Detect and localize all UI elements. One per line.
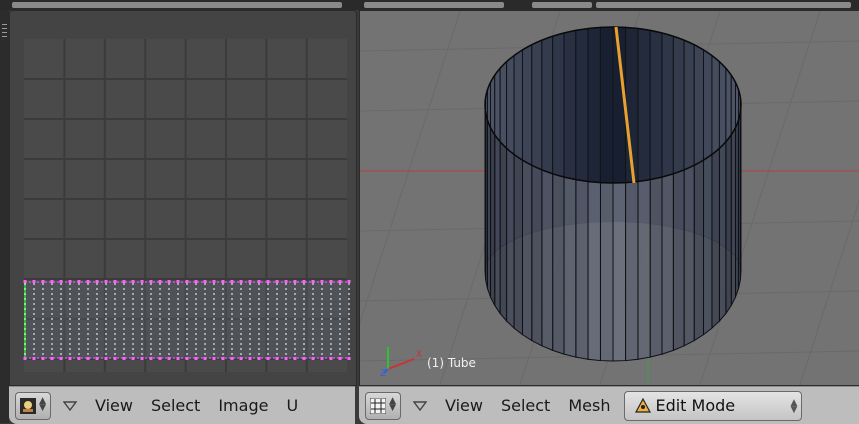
tube-face[interactable] <box>693 159 705 342</box>
uv-menu-uvs[interactable]: U <box>286 396 298 415</box>
gizmo-x-label: X <box>416 350 422 360</box>
uv-editor-header: ▲ ▼ View Select Image U <box>9 386 355 424</box>
active-object-label: (1) Tube <box>427 356 476 370</box>
gizmo-z-label: Z <box>380 369 386 377</box>
editor-type-selector[interactable]: ▲ ▼ <box>15 391 51 420</box>
tube-face[interactable] <box>587 180 601 362</box>
tube-face[interactable] <box>718 140 727 323</box>
edit-mode-icon <box>635 397 652 413</box>
tube-face[interactable] <box>484 104 487 280</box>
tube-face[interactable] <box>649 176 663 358</box>
uv-mesh-islands[interactable] <box>23 279 351 363</box>
tube-face[interactable] <box>683 164 695 347</box>
editor-type-selector[interactable]: ▲ ▼ <box>365 391 401 420</box>
tube-face[interactable] <box>637 179 651 360</box>
tube-face[interactable] <box>575 179 589 360</box>
tube-face[interactable] <box>672 169 685 352</box>
tube-face[interactable] <box>661 173 674 355</box>
uv-menu-image[interactable]: Image <box>218 396 268 415</box>
tube-face[interactable] <box>494 133 501 316</box>
viewport-menu-select[interactable]: Select <box>501 396 550 415</box>
3d-viewport[interactable]: X Z (1) Tube <box>359 10 859 386</box>
updown-arrows-icon: ▲ ▼ <box>39 395 46 413</box>
tube-face[interactable] <box>490 125 496 306</box>
tube-face[interactable] <box>703 153 713 336</box>
tube-face[interactable] <box>552 173 565 355</box>
uv-vertex[interactable] <box>347 357 351 360</box>
tube-face[interactable] <box>599 182 614 362</box>
tube-face[interactable] <box>730 125 736 306</box>
axis-gizmo: X Z <box>380 347 422 377</box>
tube-face[interactable] <box>506 147 515 330</box>
tube-face[interactable] <box>612 182 627 362</box>
tube-mesh[interactable] <box>484 26 742 362</box>
viewport-menu-mesh[interactable]: Mesh <box>568 396 610 415</box>
mode-label: Edit Mode <box>655 396 736 415</box>
mode-dropdown[interactable]: Edit Mode ▲ ▼ <box>624 390 803 421</box>
tube-face[interactable] <box>531 164 543 347</box>
tube-face[interactable] <box>513 153 523 336</box>
window-top-strip <box>0 0 859 10</box>
viewport-scene[interactable] <box>360 11 859 385</box>
gizmo-x-axis <box>387 358 415 370</box>
image-editor-icon <box>20 397 36 414</box>
tube-face[interactable] <box>499 140 508 323</box>
viewport-grid-line <box>799 199 859 385</box>
grid-icon <box>370 397 386 414</box>
uv-image-editor[interactable] <box>9 10 357 386</box>
uv-vertex[interactable] <box>347 280 351 283</box>
viewport-header: ▲ ▼ View Select Mesh Edit Mode ▲ ▼ <box>359 386 859 424</box>
menu-collapse-icon[interactable] <box>63 399 77 413</box>
tube-face[interactable] <box>563 176 577 358</box>
area-split-handle[interactable] <box>0 10 9 423</box>
uv-menu-select[interactable]: Select <box>151 396 200 415</box>
tube-face[interactable] <box>625 180 639 362</box>
tube-face[interactable] <box>725 133 732 316</box>
menu-collapse-icon[interactable] <box>413 399 427 413</box>
viewport-grid-line <box>360 11 461 325</box>
tube-face[interactable] <box>521 159 533 342</box>
updown-arrows-icon: ▲ ▼ <box>389 395 396 413</box>
tube-face[interactable] <box>711 147 720 330</box>
uv-menu-view[interactable]: View <box>95 396 133 415</box>
updown-arrows-icon: ▲ ▼ <box>790 397 798 415</box>
tube-face[interactable] <box>541 169 554 352</box>
viewport-menu-view[interactable]: View <box>445 396 483 415</box>
